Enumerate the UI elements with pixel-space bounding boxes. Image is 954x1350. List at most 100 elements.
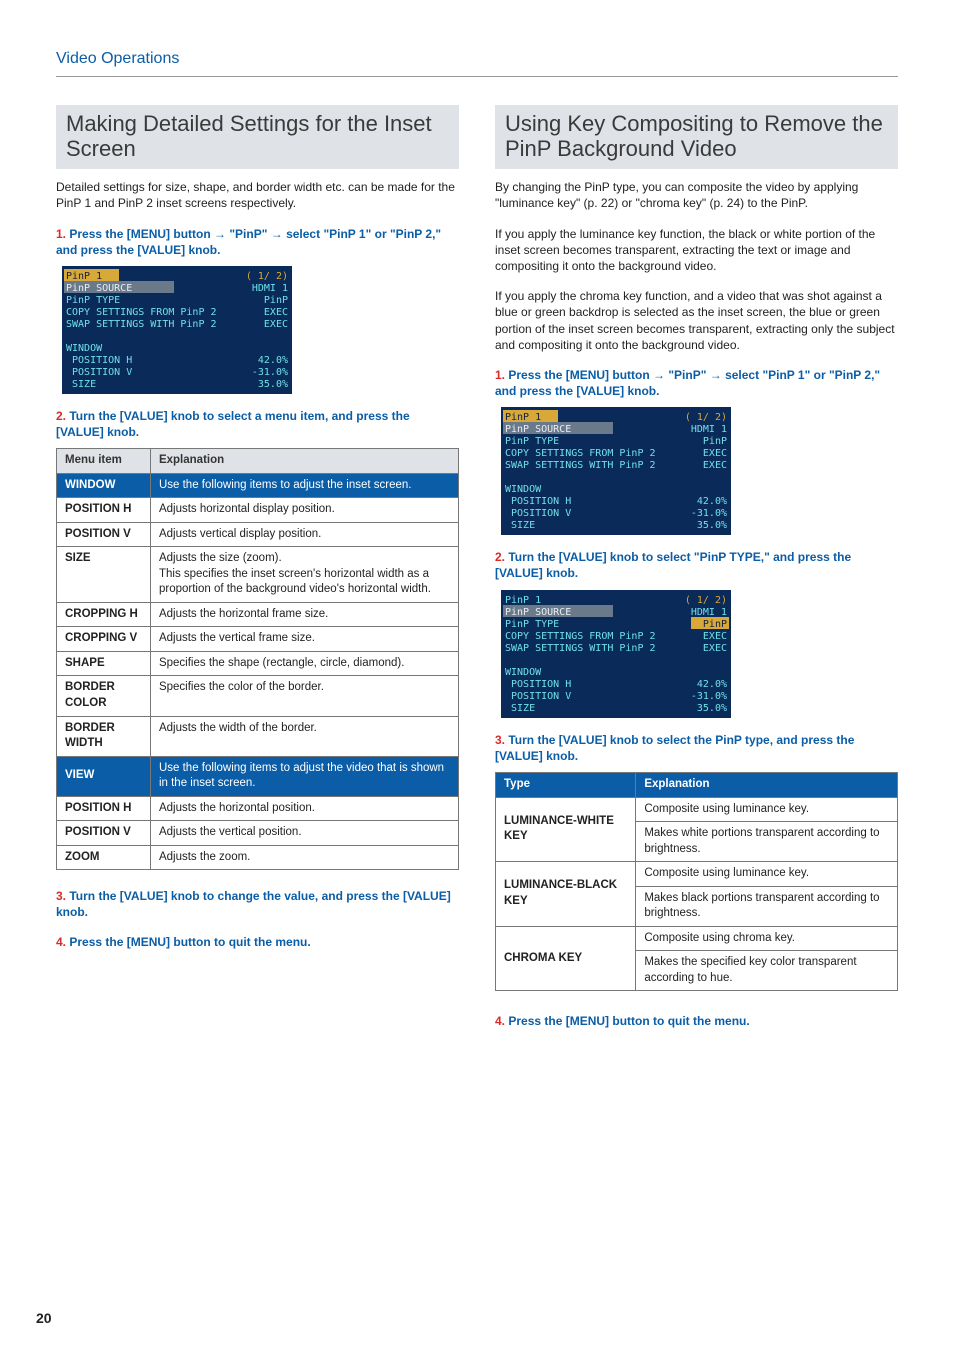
table-row: POSITION HAdjusts the horizontal positio… xyxy=(57,796,459,821)
svg-text:WINDOW: WINDOW xyxy=(505,484,542,495)
table-cell-type: LUMINANCE-BLACK KEY xyxy=(496,862,636,927)
right-p3: If you apply the chroma key function, an… xyxy=(495,288,898,353)
svg-text:SWAP SETTINGS WITH PinP 2: SWAP SETTINGS WITH PinP 2 xyxy=(505,460,656,471)
svg-text:HDMI 1: HDMI 1 xyxy=(691,424,727,435)
step-num: 3. xyxy=(495,733,505,747)
columns: Making Detailed Settings for the Inset S… xyxy=(56,105,898,1038)
menu-screenshot-left-1: PinP 1( 1/ 2)PinP SOURCEHDMI 1PinP TYPEP… xyxy=(62,266,459,394)
table-cell-type: CHROMA KEY xyxy=(496,926,636,991)
step-num: 1. xyxy=(56,227,66,241)
table-cell-item: BORDER COLOR xyxy=(57,676,151,716)
svg-text:POSITION H: POSITION H xyxy=(505,496,571,507)
table-head-explanation: Explanation xyxy=(150,449,458,474)
svg-text:EXEC: EXEC xyxy=(703,448,727,459)
table-row: SIZEAdjusts the size (zoom).This specifi… xyxy=(57,547,459,603)
table-cell-desc: Specifies the shape (rectangle, circle, … xyxy=(150,651,458,676)
right-step-4: 4. Press the [MENU] button to quit the m… xyxy=(495,1013,898,1029)
right-title: Using Key Compositing to Remove the PinP… xyxy=(495,105,898,170)
table-row: CHROMA KEYComposite using chroma key. xyxy=(496,926,898,951)
svg-text:PinP SOURCE: PinP SOURCE xyxy=(505,607,571,618)
table-cell-item: POSITION V xyxy=(57,522,151,547)
right-step-1: 1. Press the [MENU] button → "PinP" → se… xyxy=(495,367,898,399)
left-table-body: WINDOWUse the following items to adjust … xyxy=(57,473,459,869)
step-text: Press the [MENU] button → "PinP" → selec… xyxy=(495,368,880,398)
table-row: CROPPING VAdjusts the vertical frame siz… xyxy=(57,627,459,652)
table-cell-desc: Adjusts the zoom. xyxy=(150,845,458,870)
table-cell-desc: Composite using luminance key. xyxy=(636,797,898,822)
step-num: 3. xyxy=(56,889,66,903)
left-lead: Detailed settings for size, shape, and b… xyxy=(56,179,459,211)
table-row: LUMINANCE-BLACK KEYComposite using lumin… xyxy=(496,862,898,887)
svg-text:POSITION H: POSITION H xyxy=(505,679,571,690)
table-head-explanation: Explanation xyxy=(636,773,898,798)
table-cell-desc: Adjusts horizontal display position. xyxy=(150,498,458,523)
table-head-type: Type xyxy=(496,773,636,798)
table-section-desc: Use the following items to adjust the in… xyxy=(150,473,458,498)
svg-text:SIZE: SIZE xyxy=(505,520,535,531)
table-cell-desc: Makes the specified key color transparen… xyxy=(636,951,898,991)
table-cell-desc: Adjusts the horizontal frame size. xyxy=(150,602,458,627)
table-cell-item: SHAPE xyxy=(57,651,151,676)
table-row: POSITION VAdjusts vertical display posit… xyxy=(57,522,459,547)
right-p1: By changing the PinP type, you can compo… xyxy=(495,179,898,211)
svg-text:EXEC: EXEC xyxy=(264,319,288,330)
step-num: 2. xyxy=(495,550,505,564)
svg-text:PinP: PinP xyxy=(703,619,727,630)
table-cell-item: CROPPING H xyxy=(57,602,151,627)
table-cell-desc: Makes black portions transparent accordi… xyxy=(636,886,898,926)
svg-text:HDMI 1: HDMI 1 xyxy=(691,607,727,618)
svg-text:EXEC: EXEC xyxy=(703,643,727,654)
left-spec-table: Menu item Explanation WINDOWUse the foll… xyxy=(56,448,459,870)
table-cell-desc: Composite using chroma key. xyxy=(636,926,898,951)
svg-text:( 1/ 2): ( 1/ 2) xyxy=(685,412,727,423)
left-title: Making Detailed Settings for the Inset S… xyxy=(56,105,459,170)
step-text: Press the [MENU] button to quit the menu… xyxy=(69,935,310,949)
svg-text:EXEC: EXEC xyxy=(703,460,727,471)
step-num: 4. xyxy=(56,935,66,949)
menu-screenshot-right-1: PinP 1 ( 1/ 2) PinP SOURCE HDMI 1 PinP TYPE P… xyxy=(501,407,898,535)
right-p2: If you apply the luminance key function,… xyxy=(495,226,898,275)
svg-text:WINDOW: WINDOW xyxy=(66,343,103,354)
menu-screenshot-right-2: PinP 1( 1/ 2)PinP SOURCEHDMI 1PinP TYPEP… xyxy=(501,590,898,718)
step-num: 2. xyxy=(56,409,66,423)
svg-text:PinP: PinP xyxy=(264,295,288,306)
svg-text:EXEC: EXEC xyxy=(264,307,288,318)
table-cell-desc: Makes white portions transparent accordi… xyxy=(636,822,898,862)
svg-text:HDMI 1: HDMI 1 xyxy=(252,283,288,294)
svg-text:COPY SETTINGS FROM PinP 2: COPY SETTINGS FROM PinP 2 xyxy=(66,307,217,318)
svg-text:( 1/ 2): ( 1/ 2) xyxy=(685,595,727,606)
svg-text:42.0%: 42.0% xyxy=(697,679,727,690)
svg-text:PinP SOURCE: PinP SOURCE xyxy=(505,424,571,435)
table-cell-desc: Adjusts the width of the border. xyxy=(150,716,458,756)
table-section-view: VIEW xyxy=(57,756,151,796)
svg-text:-31.0%: -31.0% xyxy=(691,691,727,702)
table-cell-desc: Specifies the color of the border. xyxy=(150,676,458,716)
svg-text:COPY SETTINGS FROM PinP 2: COPY SETTINGS FROM PinP 2 xyxy=(505,631,656,642)
page-number: 20 xyxy=(36,1309,52,1328)
svg-text:PinP TYPE: PinP TYPE xyxy=(505,436,559,447)
svg-text:PinP 1: PinP 1 xyxy=(505,412,541,423)
table-cell-desc: Adjusts the horizontal position. xyxy=(150,796,458,821)
svg-text:35.0%: 35.0% xyxy=(697,703,727,714)
table-cell-item: ZOOM xyxy=(57,845,151,870)
svg-text:( 1/ 2): ( 1/ 2) xyxy=(246,271,288,282)
svg-text:42.0%: 42.0% xyxy=(697,496,727,507)
svg-text:EXEC: EXEC xyxy=(703,631,727,642)
step-text: Turn the [VALUE] knob to select the PinP… xyxy=(495,733,854,763)
left-step-2: 2. Turn the [VALUE] knob to select a men… xyxy=(56,408,459,440)
svg-text:PinP TYPE: PinP TYPE xyxy=(66,295,120,306)
table-cell-item: CROPPING V xyxy=(57,627,151,652)
step-text: Turn the [VALUE] knob to change the valu… xyxy=(56,889,451,919)
table-cell-item: POSITION H xyxy=(57,498,151,523)
svg-text:COPY SETTINGS FROM PinP 2: COPY SETTINGS FROM PinP 2 xyxy=(505,448,656,459)
right-step-2: 2. Turn the [VALUE] knob to select "PinP… xyxy=(495,549,898,581)
svg-text:POSITION V: POSITION V xyxy=(505,508,571,519)
left-step-4: 4. Press the [MENU] button to quit the m… xyxy=(56,934,459,950)
svg-text:PinP SOURCE: PinP SOURCE xyxy=(66,283,132,294)
table-cell-type: LUMINANCE-WHITE KEY xyxy=(496,797,636,862)
step-text: Press the [MENU] button → "PinP" → selec… xyxy=(56,227,441,257)
table-row: BORDER WIDTHAdjusts the width of the bor… xyxy=(57,716,459,756)
table-row: POSITION VAdjusts the vertical position. xyxy=(57,821,459,846)
right-table-body: LUMINANCE-WHITE KEYComposite using lumin… xyxy=(496,797,898,991)
right-step-3: 3. Turn the [VALUE] knob to select the P… xyxy=(495,732,898,764)
